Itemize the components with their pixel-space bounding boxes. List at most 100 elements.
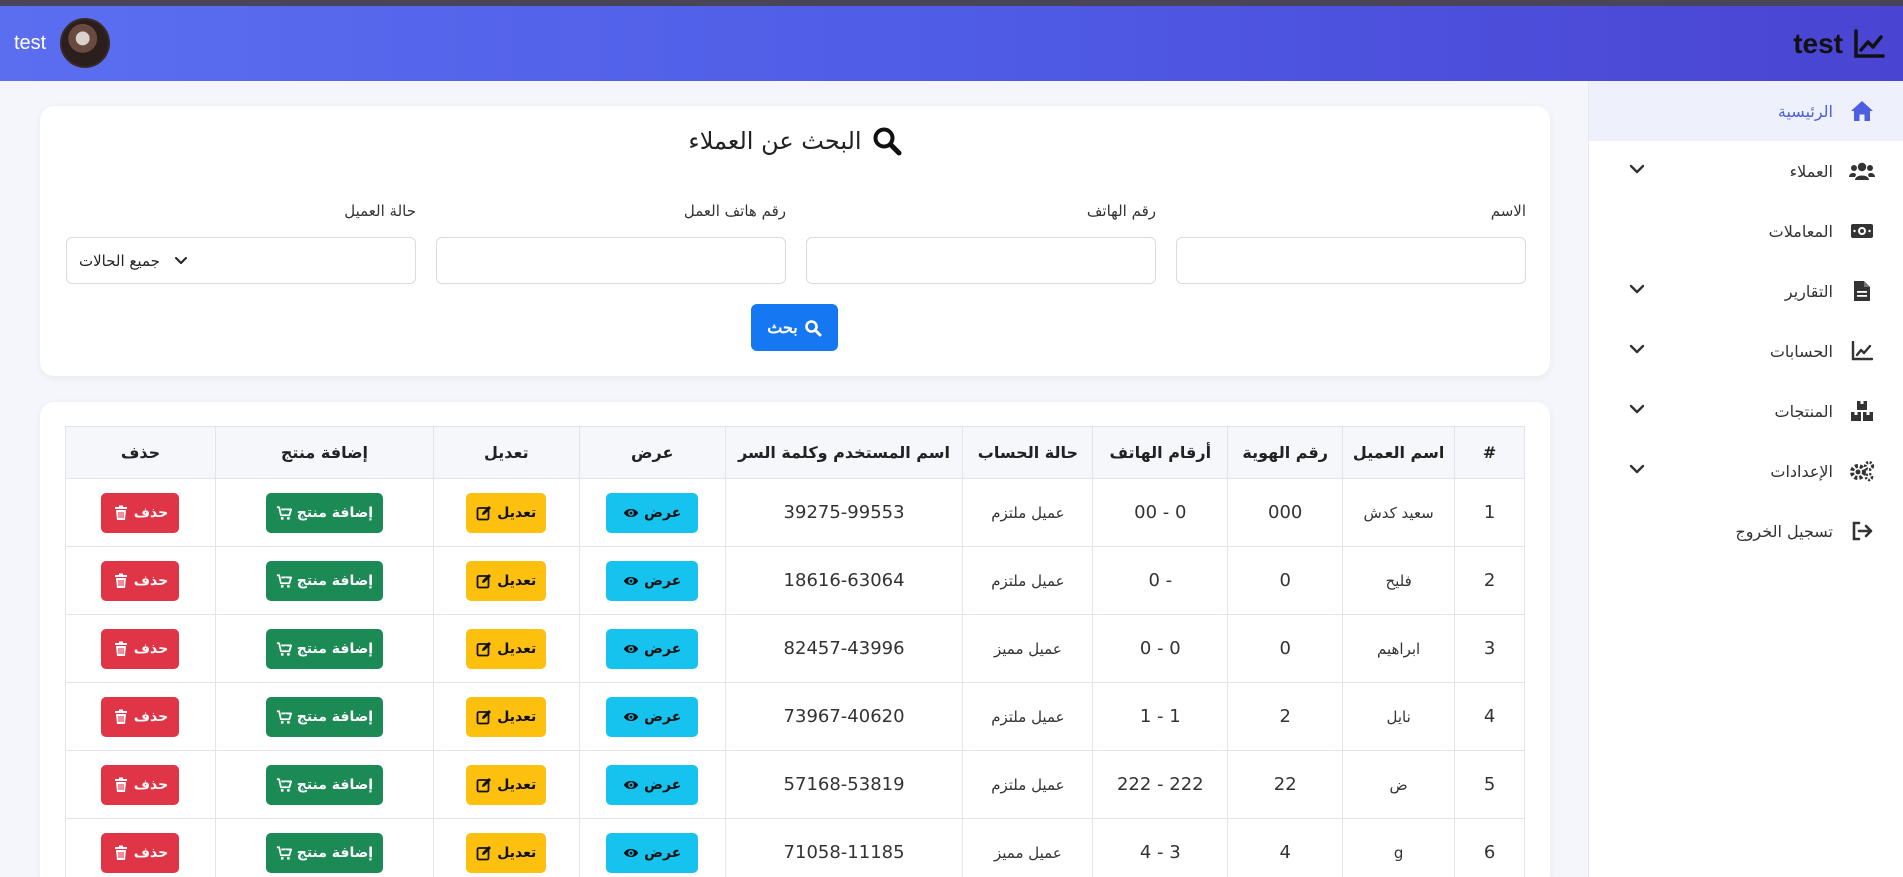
eye-icon: [624, 508, 639, 517]
sidebar-item-accounts[interactable]: الحسابات: [1589, 321, 1903, 381]
name-label: الاسم: [1490, 202, 1526, 220]
delete-button[interactable]: حذف: [101, 832, 180, 873]
add-product-button[interactable]: إضافة منتج: [265, 492, 383, 533]
search-title-text: البحث عن العملاء: [688, 127, 862, 155]
client-name: فليح: [1342, 546, 1456, 615]
sidebar-item-label: العملاء: [1789, 161, 1833, 181]
delete-button[interactable]: حذف: [101, 764, 180, 805]
edit-button-label: تعديل: [497, 776, 537, 793]
chevron-down-icon: [1629, 284, 1645, 294]
client-phones: 0 - 00: [1092, 478, 1229, 547]
delete-button[interactable]: حذف: [101, 696, 180, 737]
column-header: اسم المستخدم وكلمة السر: [724, 426, 964, 479]
search-panel: البحث عن العملاء الاسم رقم الهاتف رقم ها…: [40, 106, 1550, 376]
view-button[interactable]: عرض: [606, 628, 699, 669]
edit-icon: [476, 505, 492, 520]
view-button[interactable]: عرض: [606, 832, 699, 873]
trash-icon: [114, 709, 127, 724]
home-icon: [1849, 99, 1875, 123]
view-button[interactable]: عرض: [606, 696, 699, 737]
trash-icon: [114, 505, 127, 520]
client-credentials: 39275-99553: [724, 478, 964, 547]
add-product-button[interactable]: إضافة منتج: [265, 764, 383, 805]
edit-button-label: تعديل: [497, 708, 537, 725]
delete-button[interactable]: حذف: [101, 560, 180, 601]
sidebar-item-home[interactable]: الرئيسية: [1589, 81, 1903, 141]
delete-cell: حذف: [65, 478, 216, 547]
add-product-cell: إضافة منتج: [214, 614, 434, 683]
view-button-label: عرض: [644, 572, 682, 589]
delete-button[interactable]: حذف: [101, 492, 180, 533]
view-button[interactable]: عرض: [606, 492, 699, 533]
client-name: سعيد كدش: [1342, 478, 1456, 547]
view-cell: عرض: [578, 478, 726, 547]
status-label: حالة العميل: [344, 202, 416, 220]
search-button[interactable]: بحث: [751, 304, 838, 351]
edit-button[interactable]: تعديل: [466, 492, 547, 533]
edit-cell: تعديل: [432, 546, 580, 615]
name-input[interactable]: [1176, 237, 1526, 284]
client-id-number: 4: [1227, 818, 1344, 877]
view-button[interactable]: عرض: [606, 764, 699, 805]
delete-cell: حذف: [65, 614, 216, 683]
edit-button[interactable]: تعديل: [466, 696, 547, 737]
trash-icon: [114, 845, 127, 860]
add-product-button[interactable]: إضافة منتج: [265, 696, 383, 737]
add-product-button[interactable]: إضافة منتج: [265, 832, 383, 873]
sidebar-item-transactions[interactable]: المعاملات: [1589, 201, 1903, 261]
client-credentials: 71058-11185: [724, 818, 964, 877]
view-button-label: عرض: [644, 640, 682, 657]
sidebar-item-settings[interactable]: الإعدادات: [1589, 441, 1903, 501]
column-header: إضافة منتج: [214, 426, 434, 479]
edit-button[interactable]: تعديل: [466, 764, 547, 805]
view-button[interactable]: عرض: [606, 560, 699, 601]
add-product-button[interactable]: إضافة منتج: [265, 560, 383, 601]
sidebar: الرئيسية العملاء المعاملات التقارير الحس…: [1588, 81, 1903, 877]
sidebar-item-clients[interactable]: العملاء: [1589, 141, 1903, 201]
table-row: 2 فليح 0 - 0 عميل ملتزم 18616-63064 عرض …: [65, 546, 1525, 615]
add-product-cell: إضافة منتج: [214, 478, 434, 547]
phone-input[interactable]: [806, 237, 1156, 284]
user-menu[interactable]: test: [14, 18, 111, 68]
eye-icon: [624, 848, 639, 857]
account-status: عميل مميز: [962, 818, 1094, 877]
view-cell: عرض: [578, 818, 726, 877]
edit-button[interactable]: تعديل: [466, 628, 547, 669]
column-header: عرض: [578, 426, 726, 479]
sidebar-item-reports[interactable]: التقارير: [1589, 261, 1903, 321]
view-button-label: عرض: [644, 776, 682, 793]
add-product-button-label: إضافة منتج: [296, 504, 374, 521]
sidebar-item-products[interactable]: المنتجات: [1589, 381, 1903, 441]
edit-button[interactable]: تعديل: [466, 560, 547, 601]
account-status: عميل ملتزم: [962, 546, 1094, 615]
brand-logo[interactable]: test: [1793, 26, 1885, 62]
edit-cell: تعديل: [432, 614, 580, 683]
edit-cell: تعديل: [432, 750, 580, 819]
user-name: test: [14, 31, 47, 54]
edit-cell: تعديل: [432, 682, 580, 751]
status-select[interactable]: جميع الحالات: [66, 237, 416, 284]
client-phones: 0 - 0: [1092, 614, 1229, 683]
delete-button[interactable]: حذف: [101, 628, 180, 669]
brand-name: test: [1793, 28, 1843, 59]
trash-icon: [114, 777, 127, 792]
edit-icon: [476, 845, 492, 860]
sidebar-item-logout[interactable]: تسجيل الخروج: [1589, 501, 1903, 561]
trash-icon: [114, 641, 127, 656]
avatar[interactable]: [60, 18, 111, 68]
edit-icon: [476, 777, 492, 792]
client-name: ابراهيم: [1342, 614, 1456, 683]
view-button-label: عرض: [644, 504, 682, 521]
add-product-button[interactable]: إضافة منتج: [265, 628, 383, 669]
table-row: 5 ض 22 222 - 222 عميل ملتزم 57168-53819 …: [65, 750, 1525, 819]
trash-icon: [114, 573, 127, 588]
edit-button[interactable]: تعديل: [466, 832, 547, 873]
row-number: 6: [1454, 818, 1525, 877]
delete-button-label: حذف: [133, 708, 169, 725]
client-credentials: 82457-43996: [724, 614, 964, 683]
view-cell: عرض: [578, 614, 726, 683]
work-phone-input[interactable]: [436, 237, 786, 284]
column-header: حذف: [65, 426, 216, 479]
delete-cell: حذف: [65, 682, 216, 751]
sidebar-item-label: الحسابات: [1769, 341, 1833, 361]
